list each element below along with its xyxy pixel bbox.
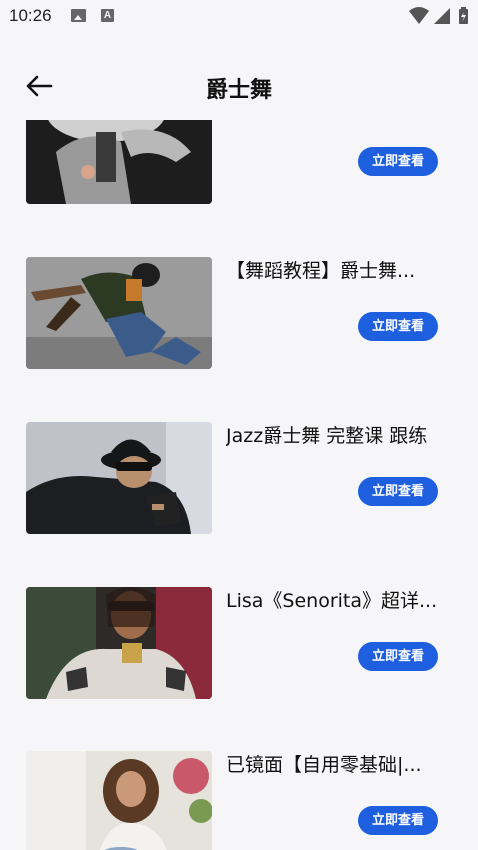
cellular-signal-icon: [434, 8, 450, 24]
video-thumbnail[interactable]: [26, 120, 212, 204]
view-now-button[interactable]: 立即查看: [358, 312, 438, 341]
view-now-button[interactable]: 立即查看: [358, 477, 438, 506]
item-title: 【舞蹈教程】爵士舞...: [226, 260, 416, 282]
video-thumbnail[interactable]: [26, 751, 212, 850]
view-now-button[interactable]: 立即查看: [358, 806, 438, 835]
list-item[interactable]: 【舞蹈教程】爵士舞... 立即查看: [0, 257, 478, 369]
view-now-button[interactable]: 立即查看: [358, 147, 438, 176]
item-title: 已镜面【自用零基础|...: [226, 754, 422, 776]
list-item[interactable]: Lisa《Senorita》超详... 立即查看: [0, 587, 478, 699]
status-right-icons: [408, 6, 470, 26]
wifi-icon: [409, 7, 429, 24]
list-item[interactable]: 已镜面【自用零基础|... 立即查看: [0, 751, 478, 850]
status-time: 10:26: [9, 6, 52, 25]
a-notification-icon: A: [101, 9, 114, 22]
video-thumbnail[interactable]: [26, 587, 212, 699]
item-title: Jazz爵士舞 完整课 跟练: [226, 425, 428, 447]
video-list: 立即查看 【舞蹈教程】爵士舞... 立即查看 Jazz爵士舞 完整课 跟练 立即…: [0, 120, 478, 850]
image-notification-icon: [71, 9, 86, 22]
video-thumbnail[interactable]: [26, 422, 212, 534]
view-now-button[interactable]: 立即查看: [358, 642, 438, 671]
status-bar: 10:26 A: [0, 0, 478, 34]
app-bar: 爵士舞: [0, 56, 478, 116]
battery-icon: [459, 7, 468, 24]
page-title: 爵士舞: [205, 78, 272, 103]
list-item[interactable]: 立即查看: [0, 120, 478, 204]
video-thumbnail[interactable]: [26, 257, 212, 369]
item-title: Lisa《Senorita》超详...: [226, 590, 438, 612]
list-item[interactable]: Jazz爵士舞 完整课 跟练 立即查看: [0, 422, 478, 534]
